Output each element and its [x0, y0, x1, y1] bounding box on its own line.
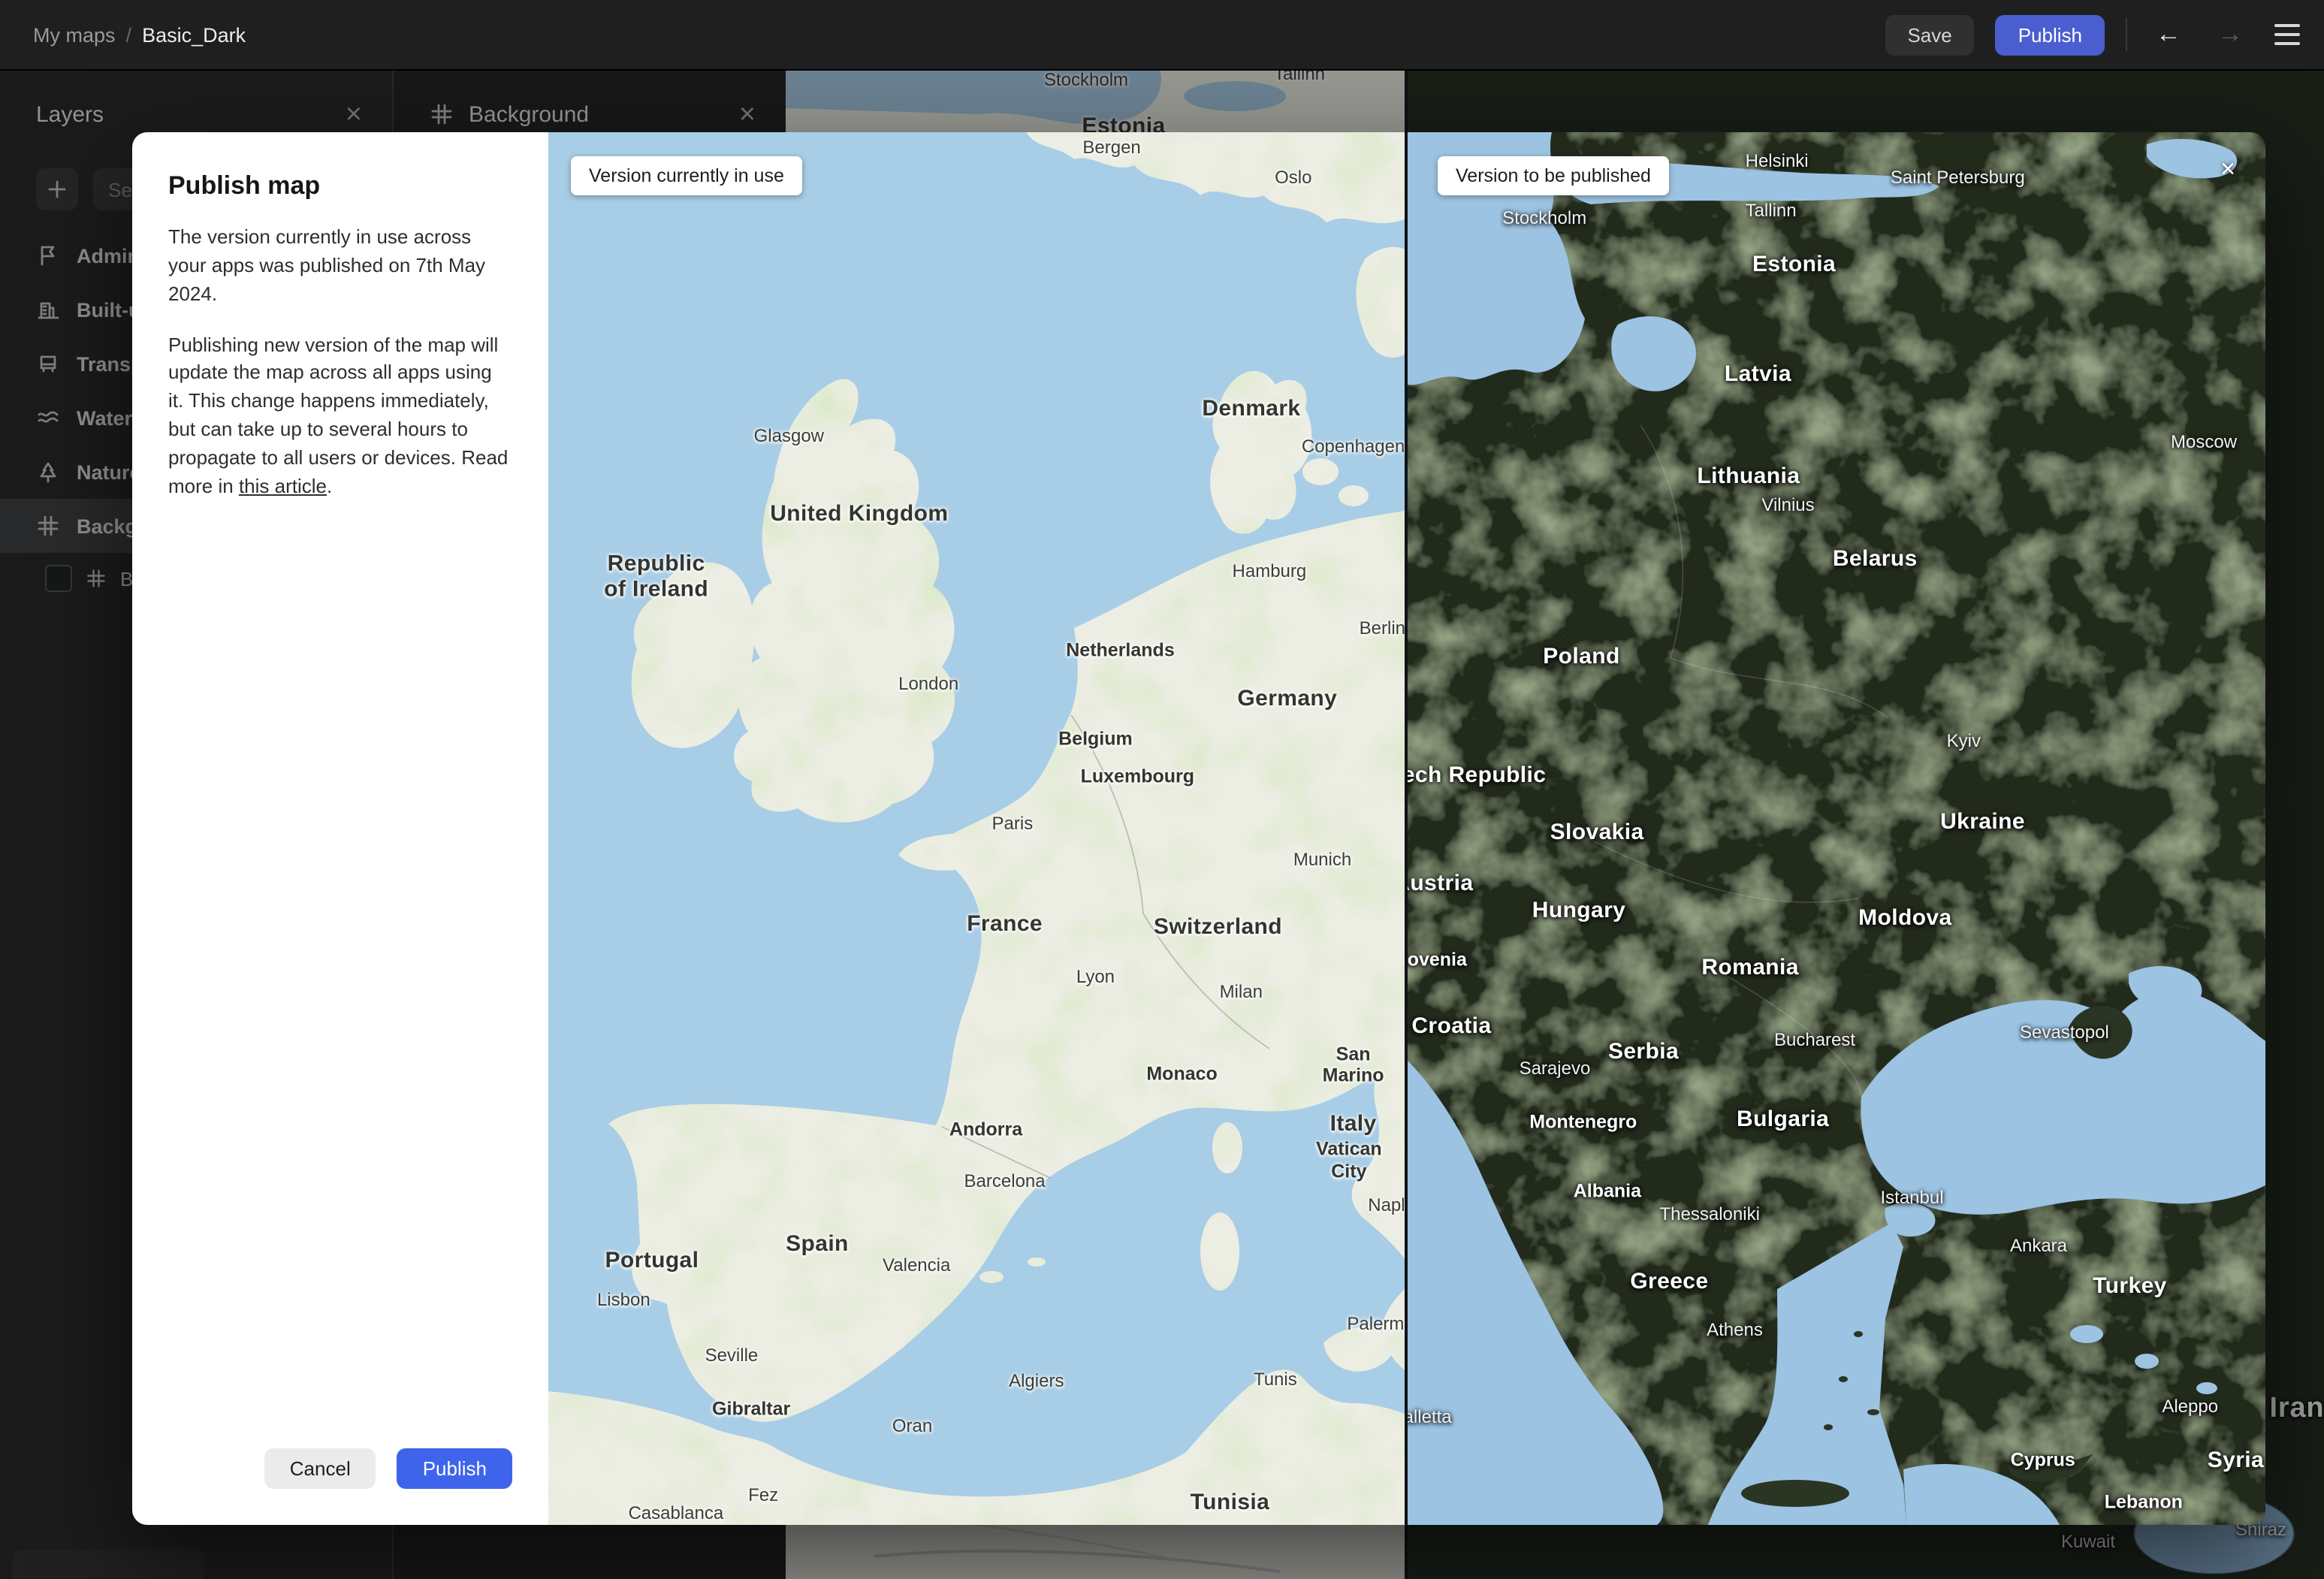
paragraph-2-text: Publishing new version of the map will u… [168, 333, 509, 497]
publish-dialog-panel: Publish map The version currently in use… [132, 132, 548, 1525]
toolbar-divider [2126, 18, 2127, 51]
breadcrumb-parent[interactable]: My maps [33, 23, 116, 46]
cancel-button[interactable]: Cancel [264, 1448, 376, 1489]
dialog-actions: Cancel Publish [264, 1448, 512, 1489]
paragraph-2-period: . [327, 474, 333, 497]
save-button[interactable]: Save [1885, 14, 1975, 55]
before-version-chip: Version currently in use [571, 156, 802, 195]
topbar: My maps / Basic_Dark Save Publish ← → [0, 0, 2324, 71]
menu-icon[interactable] [2271, 18, 2303, 51]
map-editor-app: Stockholm Estonia Tallinn Iran Shiraz Kuwait … [0, 0, 2324, 1579]
publish-dialog: Publish map The version currently in use… [132, 132, 2265, 1525]
map-after-panel[interactable]: Version to be published × Helsinki Saint … [1405, 132, 2265, 1525]
article-link[interactable]: this article [239, 475, 327, 497]
breadcrumb-separator: / [125, 23, 132, 46]
breadcrumb: My maps / Basic_Dark [33, 23, 246, 46]
breadcrumb-current: Basic_Dark [142, 23, 246, 46]
undo-arrow-icon[interactable]: ← [2148, 20, 2189, 50]
topbar-actions: Save Publish ← → [1885, 14, 2303, 55]
map-before-panel[interactable]: Version currently in use Bergen Oslo Glasg… [548, 132, 1405, 1525]
dialog-publish-button[interactable]: Publish [397, 1448, 512, 1489]
redo-arrow-icon[interactable]: → [2210, 20, 2250, 50]
light-map-art [548, 132, 1405, 1525]
dialog-title: Publish map [168, 171, 321, 200]
dialog-paragraph-2: Publishing new version of the map will u… [168, 331, 512, 501]
close-compare-icon[interactable]: × [2220, 156, 2235, 182]
publish-button[interactable]: Publish [1995, 14, 2105, 55]
dark-map-art [1408, 132, 2265, 1525]
after-version-chip: Version to be published [1438, 156, 1669, 195]
dialog-paragraph-1: The version currently in use across your… [168, 225, 486, 305]
